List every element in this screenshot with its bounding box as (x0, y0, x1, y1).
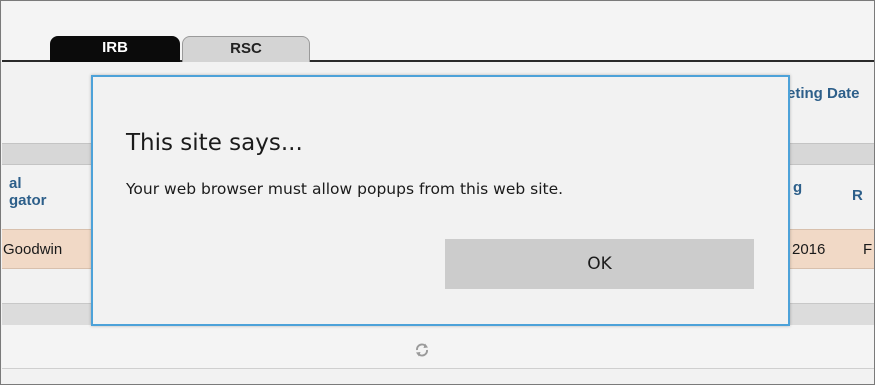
meeting-column-header[interactable]: g (793, 179, 802, 235)
tab-strip: IRB RSC (2, 2, 874, 62)
header-line: gator (9, 192, 47, 209)
tab-irb[interactable]: IRB (50, 36, 180, 62)
page-frame: IRB RSC eting Date al gator g R Goodwin … (0, 0, 875, 385)
date-cell: 2016 (792, 241, 826, 258)
dialog-message: Your web browser must allow popups from … (126, 180, 564, 198)
status-cell: F (863, 241, 873, 258)
investigator-cell: Goodwin (3, 241, 63, 258)
alert-dialog: This site says... Your web browser must … (91, 75, 790, 326)
meeting-date-column-header[interactable]: eting Date (787, 85, 860, 102)
header-line: al (9, 175, 22, 192)
dialog-title: This site says... (126, 130, 303, 156)
refresh-icon[interactable] (414, 342, 430, 358)
tab-rsc[interactable]: RSC (182, 36, 310, 62)
table-footer (2, 325, 874, 369)
investigator-column-header[interactable]: al gator (9, 175, 47, 231)
ok-button[interactable]: OK (445, 239, 754, 289)
